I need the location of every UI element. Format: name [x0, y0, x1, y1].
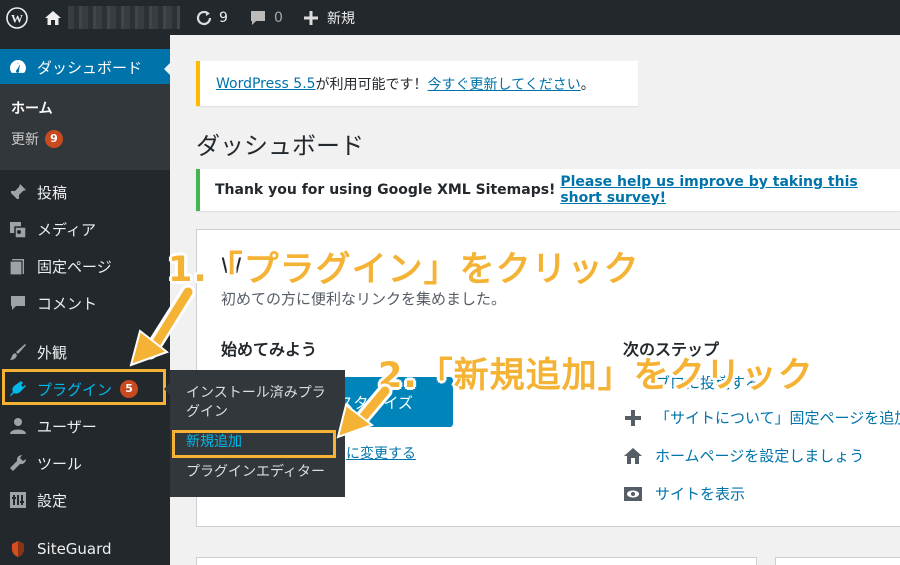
arrow-to-add-new [336, 383, 393, 439]
arrow-to-plugins [129, 284, 196, 367]
annotation-arrows [129, 284, 393, 439]
